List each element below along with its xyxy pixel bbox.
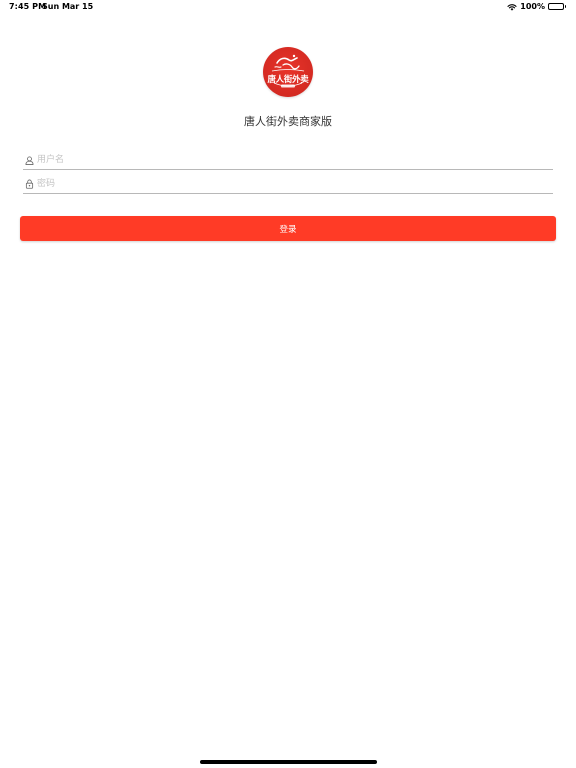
username-field (23, 151, 553, 170)
status-bar: 7:45 PM Sun Mar 15 100% (0, 0, 576, 16)
app-logo: 唐人街外卖 (263, 47, 313, 97)
app-title: 唐人街外卖商家版 (244, 115, 332, 128)
battery-icon (548, 3, 566, 10)
status-date: Sun Mar 15 (42, 2, 94, 11)
username-input[interactable] (37, 152, 553, 168)
password-field (23, 175, 553, 194)
home-indicator[interactable] (200, 760, 377, 764)
user-icon (24, 155, 34, 165)
status-indicators: 100% (507, 2, 566, 11)
password-input[interactable] (37, 176, 553, 192)
lock-icon (24, 179, 34, 189)
login-button[interactable]: 登录 (20, 216, 556, 241)
status-time: 7:45 PM (9, 2, 47, 11)
wifi-icon (507, 3, 517, 11)
logo-text: 唐人街外卖 (267, 75, 309, 85)
battery-percentage: 100% (520, 2, 545, 11)
login-screen: 7:45 PM Sun Mar 15 100% 唐人街外卖 唐人街外卖商家版 用… (0, 0, 576, 768)
logo-graphic-icon (271, 54, 305, 88)
